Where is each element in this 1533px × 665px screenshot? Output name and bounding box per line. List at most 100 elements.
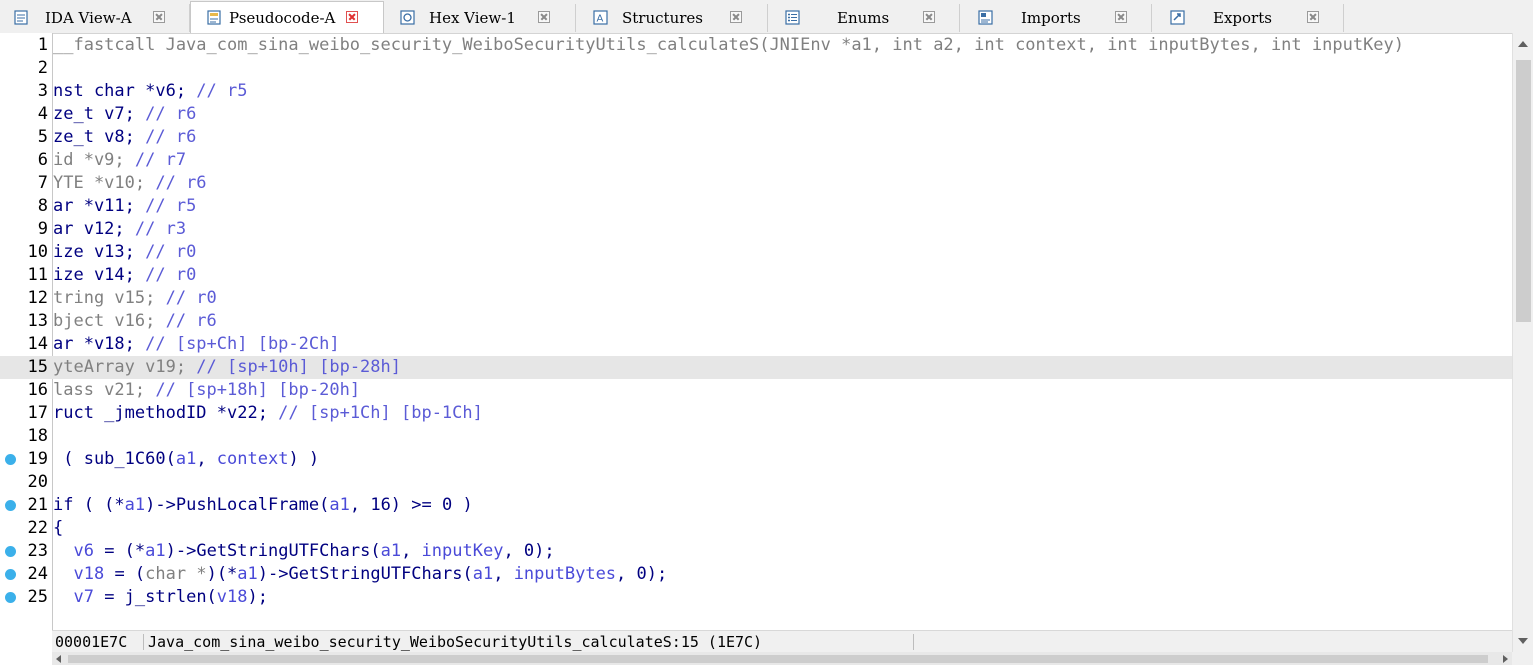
code-token: )->PushLocalFrame(	[145, 495, 330, 515]
code-token: lass v21;	[53, 380, 156, 400]
scroll-left-icon[interactable]	[56, 655, 61, 663]
line-number: 2	[37, 58, 48, 78]
close-icon[interactable]	[346, 11, 358, 23]
code-line[interactable]: 21 if ( (*a1)->PushLocalFrame(a1, 16) >= …	[0, 494, 1512, 517]
scrollbar-corner	[1512, 652, 1533, 665]
code-token: // r3	[134, 219, 187, 239]
line-number: 19	[27, 449, 48, 469]
code-token: // [sp+18h] [bp-20h]	[155, 380, 361, 400]
code-line[interactable]: 16 lass v21; // [sp+18h] [bp-20h]	[0, 379, 1512, 402]
code-token: v18	[73, 564, 105, 584]
code-line[interactable]: 5 ze_t v8; // r6	[0, 126, 1512, 149]
code-token: // r6	[165, 311, 217, 331]
code-line[interactable]: 13 bject v16; // r6	[0, 310, 1512, 333]
code-token: ,	[401, 541, 422, 561]
code-line[interactable]: 15 yteArray v19; // [sp+10h] [bp-28h]	[0, 356, 1512, 379]
close-icon[interactable]	[1307, 11, 1319, 23]
imports-icon	[978, 10, 993, 25]
code-token: ize v14;	[53, 265, 146, 285]
close-icon[interactable]	[730, 11, 742, 23]
horizontal-scrollbar[interactable]	[52, 652, 1512, 665]
code-token: ar v12;	[53, 219, 135, 239]
scroll-down-icon[interactable]	[1518, 638, 1528, 644]
code-text: ruct _jmethodID *v22; // [sp+1Ch] [bp-1C…	[53, 402, 483, 425]
close-icon[interactable]	[538, 11, 550, 23]
scroll-up-icon[interactable]	[1518, 41, 1528, 47]
vertical-scrollbar[interactable]	[1512, 33, 1533, 652]
code-line[interactable]: 19 ( sub_1C60(a1, context) )	[0, 448, 1512, 471]
code-text: YTE *v10; // r6	[53, 172, 207, 195]
scroll-right-icon[interactable]	[1503, 655, 1508, 663]
code-line[interactable]: 25 v7 = j_strlen(v18);	[0, 586, 1512, 609]
code-line[interactable]: 11 ize v14; // r0	[0, 264, 1512, 287]
code-line[interactable]: 12 tring v15; // r0	[0, 287, 1512, 310]
code-line[interactable]: 10 ize v13; // r0	[0, 241, 1512, 264]
vertical-scroll-thumb[interactable]	[1516, 60, 1531, 322]
code-line[interactable]: 22{	[0, 517, 1512, 540]
code-token: ( sub_1C60(	[53, 449, 176, 469]
close-icon[interactable]	[923, 11, 935, 23]
code-line[interactable]: 18	[0, 425, 1512, 448]
code-token: = (	[104, 564, 146, 584]
tab-ida-view-a[interactable]: IDA View-A	[0, 4, 190, 32]
code-token: = (*	[93, 541, 146, 561]
code-line[interactable]: 7 YTE *v10; // r6	[0, 172, 1512, 195]
line-number: 11	[27, 265, 48, 285]
code-line[interactable]: 2	[0, 57, 1512, 80]
line-number: 4	[37, 104, 48, 124]
code-token: ruct _jmethodID *v22;	[53, 403, 279, 423]
close-icon[interactable]	[1115, 11, 1127, 23]
close-icon[interactable]	[153, 11, 165, 23]
code-line[interactable]: 1 __fastcall Java_com_sina_weibo_security…	[0, 34, 1512, 57]
code-token: tring v15;	[53, 288, 166, 308]
code-line[interactable]: 4 ze_t v7; // r6	[0, 103, 1512, 126]
tab-exports[interactable]: Exports	[1152, 4, 1344, 32]
tab-imports[interactable]: Imports	[960, 4, 1152, 32]
code-line[interactable]: 8 ar *v11; // r5	[0, 195, 1512, 218]
code-token: a1	[175, 449, 197, 469]
tab-label: Structures	[622, 9, 703, 27]
tab-pseudocode-a[interactable]: Pseudocode-A	[190, 1, 384, 33]
code-token: )->GetStringUTFChars(	[257, 564, 473, 584]
status-bar: 00001E7C Java_com_sina_weibo_security_We…	[52, 630, 1512, 653]
tab-hex-view-1[interactable]: Hex View-1	[384, 4, 576, 32]
line-number: 6	[37, 150, 48, 170]
code-text: ze_t v7; // r6	[53, 103, 196, 126]
code-token: // r7	[134, 150, 187, 170]
code-text: ( sub_1C60(a1, context) )	[53, 448, 319, 471]
code-token: char *	[145, 564, 207, 584]
code-line[interactable]: 23 v6 = (*a1)->GetStringUTFChars(a1, inp…	[0, 540, 1512, 563]
code-line[interactable]: 3 nst char *v6; // r5	[0, 80, 1512, 103]
tab-enums[interactable]: Enums	[768, 4, 960, 32]
tab-label: IDA View-A	[45, 9, 132, 27]
code-text: v7 = j_strlen(v18);	[53, 586, 268, 609]
code-token: ) )	[288, 449, 320, 469]
status-address: 00001E7C	[55, 633, 128, 651]
code-token: // r6	[145, 104, 197, 124]
code-token: , 16) >= 0 )	[349, 495, 473, 515]
code-token: ze_t v7;	[53, 104, 146, 124]
code-token: ,	[196, 449, 217, 469]
code-token: )->GetStringUTFChars(	[165, 541, 381, 561]
code-line[interactable]: 24 v18 = (char *)(*a1)->GetStringUTFChar…	[0, 563, 1512, 586]
line-number: 25	[27, 587, 48, 607]
horizontal-scroll-thumb[interactable]	[68, 655, 1488, 663]
code-text: bject v16; // r6	[53, 310, 217, 333]
pseudocode-icon	[207, 10, 221, 25]
code-text: ar *v11; // r5	[53, 195, 196, 218]
code-text: ar v12; // r3	[53, 218, 186, 241]
tab-structures[interactable]: A Structures	[576, 4, 768, 32]
line-number: 24	[27, 564, 48, 584]
code-line[interactable]: 9 ar v12; // r3	[0, 218, 1512, 241]
line-number: 8	[37, 196, 48, 216]
code-line[interactable]: 14 ar *v18; // [sp+Ch] [bp-2Ch]	[0, 333, 1512, 356]
tab-label: Enums	[837, 9, 890, 27]
code-line[interactable]: 17 ruct _jmethodID *v22; // [sp+1Ch] [bp-…	[0, 402, 1512, 425]
code-line[interactable]: 20	[0, 471, 1512, 494]
pseudocode-editor[interactable]: 1 __fastcall Java_com_sina_weibo_security…	[0, 33, 1512, 630]
code-token: // r5	[196, 81, 248, 101]
code-token: ize v13;	[53, 242, 146, 262]
code-line[interactable]: 6 id *v9; // r7	[0, 149, 1512, 172]
